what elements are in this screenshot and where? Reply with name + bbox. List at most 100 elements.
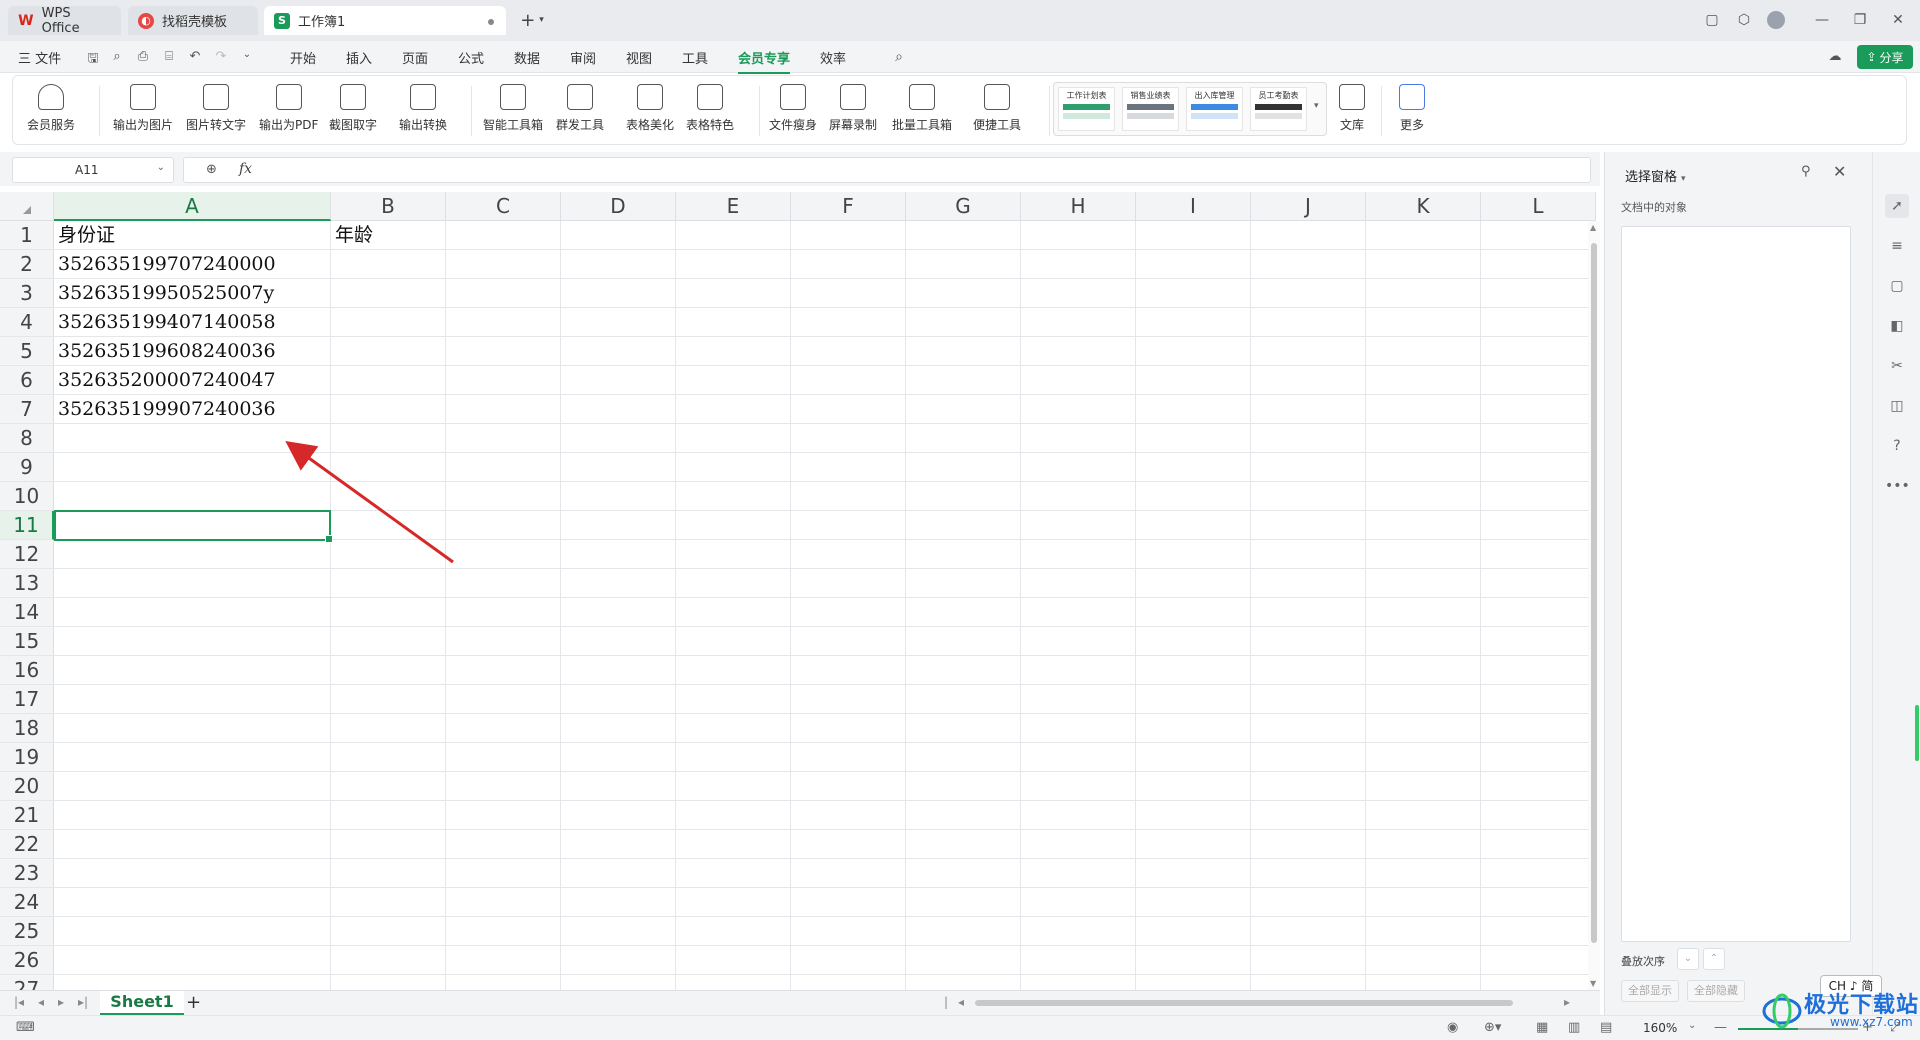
row-header-13[interactable]: 13 <box>0 569 54 598</box>
row-header-14[interactable]: 14 <box>0 598 54 627</box>
name-box[interactable]: A11 ⌄ <box>12 157 174 183</box>
menu-file[interactable]: 三 文件 <box>18 48 61 67</box>
layout-icon[interactable]: ▢ <box>1698 8 1726 32</box>
row-header-22[interactable]: 22 <box>0 830 54 859</box>
pin-icon[interactable]: ⚲ <box>1801 164 1811 179</box>
avatar[interactable] <box>1762 8 1790 32</box>
image-to-text-button[interactable]: 图片转文字 <box>186 84 246 136</box>
send-backward-icon[interactable]: ⌄ <box>1677 948 1699 970</box>
menu-page[interactable]: 页面 <box>402 48 428 67</box>
menu-member[interactable]: 会员专享 <box>738 48 791 74</box>
print-preview-icon[interactable]: ⌸ <box>160 49 178 65</box>
chevron-down-icon[interactable]: ⌄ <box>1688 1020 1696 1031</box>
file-slim-button[interactable]: 文件瘦身 <box>769 84 817 136</box>
chart-icon[interactable]: ◧ <box>1885 314 1909 338</box>
template-inventory[interactable]: 出入库管理 <box>1186 87 1243 131</box>
row-header-8[interactable]: 8 <box>0 424 54 453</box>
smart-toolbox-button[interactable]: 智能工具箱 <box>483 84 543 136</box>
minimize-icon[interactable]: — <box>1808 8 1836 32</box>
redo-icon[interactable]: ↷ <box>212 49 230 65</box>
mass-send-button[interactable]: 群发工具 <box>556 84 604 136</box>
cell-A4[interactable]: 352635199407140058 <box>54 308 276 337</box>
column-header-l[interactable]: L <box>1481 192 1596 221</box>
row-header-1[interactable]: 1 <box>0 221 54 250</box>
scrollbar-thumb[interactable] <box>1591 243 1597 943</box>
formula-input[interactable]: ⊕ fx <box>183 157 1591 183</box>
menu-data[interactable]: 数据 <box>514 48 540 67</box>
cell-B1[interactable]: 年龄 <box>331 221 373 250</box>
more-icon[interactable]: ••• <box>1885 474 1910 498</box>
select-pointer-icon[interactable]: ➚ <box>1885 194 1909 218</box>
tab-docer-templates[interactable]: ◐ 找稻壳模板 <box>128 6 258 35</box>
close-icon[interactable]: ✕ <box>1884 8 1912 32</box>
hide-all-button[interactable]: 全部隐藏 <box>1687 980 1745 1002</box>
row-header-15[interactable]: 15 <box>0 627 54 656</box>
select-all-corner[interactable] <box>0 192 54 221</box>
scroll-down-icon[interactable]: ▼ <box>1590 979 1596 988</box>
horizontal-scrollbar-thumb[interactable] <box>975 1000 1513 1006</box>
zoom-out-icon[interactable]: — <box>1714 1020 1727 1035</box>
scroll-right-icon[interactable]: ▸ <box>1564 995 1570 1009</box>
column-header-c[interactable]: C <box>446 192 561 221</box>
chevron-down-icon[interactable]: ⌄ <box>238 49 256 65</box>
template-sales[interactable]: 销售业绩表 <box>1122 87 1179 131</box>
eye-protect-icon[interactable]: ◉ <box>1447 1020 1458 1035</box>
zoom-level[interactable]: 160% <box>1643 1021 1677 1035</box>
cloud-icon[interactable]: ☁ <box>1826 49 1844 65</box>
column-header-i[interactable]: I <box>1136 192 1251 221</box>
find-icon[interactable]: ⌕ <box>108 49 126 65</box>
menu-review[interactable]: 审阅 <box>570 48 596 67</box>
export-convert-button[interactable]: 输出转换 <box>399 84 447 136</box>
more-button[interactable]: 更多 <box>1399 84 1425 136</box>
export-image-button[interactable]: 输出为图片 <box>113 84 173 136</box>
row-header-17[interactable]: 17 <box>0 685 54 714</box>
print-icon[interactable]: ⎙ <box>134 49 152 65</box>
row-header-26[interactable]: 26 <box>0 946 54 975</box>
cell-settings-icon[interactable]: ⊕▾ <box>1484 1020 1501 1035</box>
macro-icon[interactable]: ⌨ <box>16 1020 35 1035</box>
settings-sliders-icon[interactable]: ≡ <box>1885 234 1909 258</box>
row-header-3[interactable]: 3 <box>0 279 54 308</box>
row-header-7[interactable]: 7 <box>0 395 54 424</box>
page-layout-icon[interactable]: ▥ <box>1568 1020 1580 1035</box>
template-work-plan[interactable]: 工作计划表 <box>1058 87 1115 131</box>
sheet-tab-sheet1[interactable]: Sheet1 <box>100 991 184 1015</box>
show-all-button[interactable]: 全部显示 <box>1621 980 1679 1002</box>
tab-workbook[interactable]: S 工作簿1 <box>264 6 506 35</box>
screenshot-ocr-button[interactable]: 截图取字 <box>329 84 377 136</box>
new-tab-button[interactable]: + ▾ <box>512 8 552 32</box>
cell-A3[interactable]: 35263519950525007y <box>54 279 274 308</box>
cell-A1[interactable]: 身份证 <box>54 221 115 250</box>
share-button[interactable]: ⇪ 分享 <box>1857 45 1913 69</box>
menu-view[interactable]: 视图 <box>626 48 652 67</box>
row-header-23[interactable]: 23 <box>0 859 54 888</box>
cell-A2[interactable]: 352635199707240000 <box>54 250 276 279</box>
column-header-j[interactable]: J <box>1251 192 1366 221</box>
page-break-icon[interactable]: ▤ <box>1600 1020 1612 1035</box>
row-header-16[interactable]: 16 <box>0 656 54 685</box>
menu-insert[interactable]: 插入 <box>346 48 372 67</box>
member-service-button[interactable]: 会员服务 <box>27 84 75 136</box>
zoom-formula-icon[interactable]: ⊕ <box>206 162 217 177</box>
column-header-b[interactable]: B <box>331 192 446 221</box>
menu-tools[interactable]: 工具 <box>682 48 708 67</box>
library-button[interactable]: 文库 <box>1339 84 1365 136</box>
fx-icon[interactable]: fx <box>239 161 252 177</box>
column-header-e[interactable]: E <box>676 192 791 221</box>
close-icon[interactable]: ✕ <box>1833 162 1846 181</box>
row-header-9[interactable]: 9 <box>0 453 54 482</box>
add-sheet-button[interactable]: + <box>186 992 201 1013</box>
cell-A7[interactable]: 352635199907240036 <box>54 395 276 424</box>
menu-formula[interactable]: 公式 <box>458 48 484 67</box>
row-header-11[interactable]: 11 <box>0 511 54 540</box>
row-header-24[interactable]: 24 <box>0 888 54 917</box>
column-header-a[interactable]: A <box>54 192 331 221</box>
first-sheet-icon[interactable]: |◂ <box>14 995 24 1009</box>
menu-efficiency[interactable]: 效率 <box>820 48 846 67</box>
row-header-10[interactable]: 10 <box>0 482 54 511</box>
column-header-g[interactable]: G <box>906 192 1021 221</box>
template-attendance[interactable]: 员工考勤表 <box>1250 87 1307 131</box>
cube-icon[interactable]: ⬡ <box>1730 8 1758 32</box>
row-header-6[interactable]: 6 <box>0 366 54 395</box>
column-header-d[interactable]: D <box>561 192 676 221</box>
